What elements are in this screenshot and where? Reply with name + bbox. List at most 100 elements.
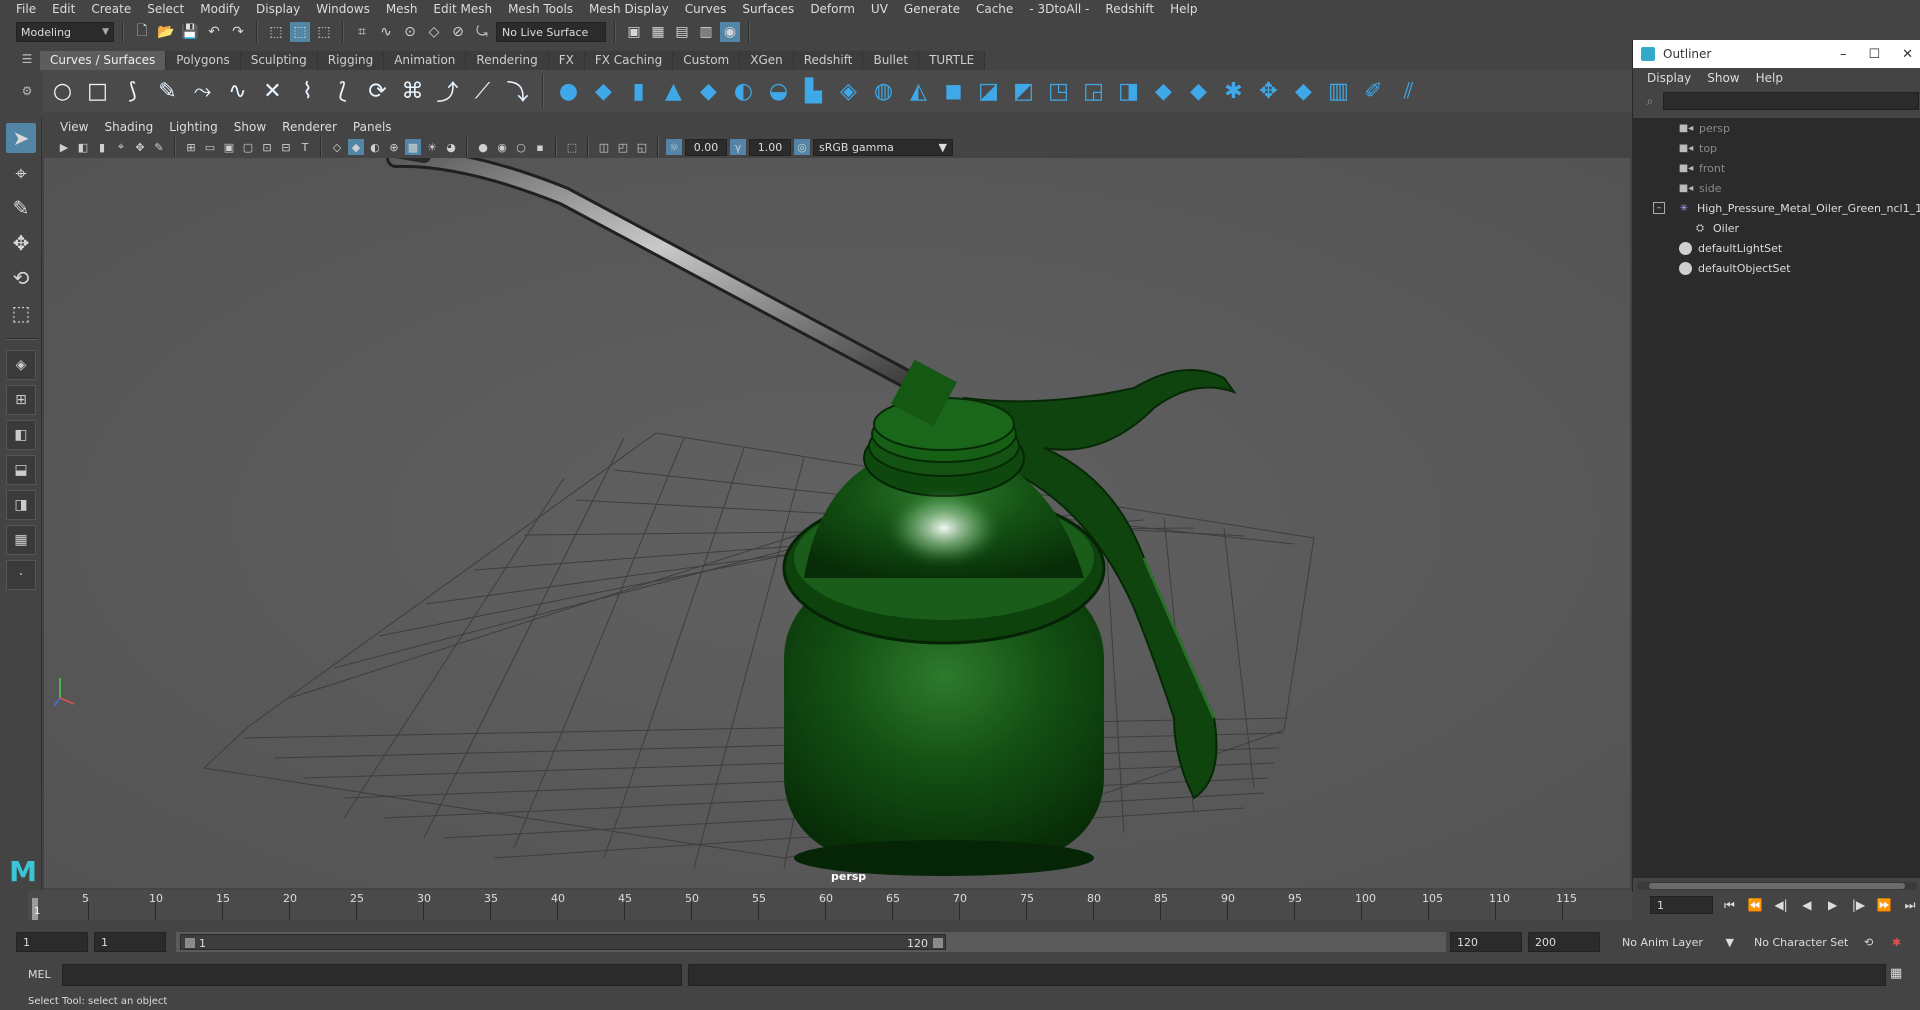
undo-icon[interactable]: ↶ — [204, 22, 224, 42]
select-hierarchy-icon[interactable]: ⬚ — [266, 22, 286, 42]
exposure-field[interactable]: 0.00 — [685, 138, 727, 156]
gear-icon[interactable]: ⚙ — [22, 84, 33, 98]
pencil-curve-icon[interactable]: ✎ — [153, 77, 182, 106]
animation-preferences-icon[interactable]: ✱ — [1888, 932, 1912, 952]
insert-isoparm-icon[interactable]: ◳ — [1044, 77, 1073, 106]
outliner-search-input[interactable] — [1663, 92, 1919, 110]
tab-xgen[interactable]: XGen — [740, 51, 794, 70]
collapse-toolbox-icon[interactable]: · — [6, 560, 36, 590]
menu-display[interactable]: Display — [248, 0, 308, 18]
offset-curve-icon[interactable]: ⤴ — [433, 77, 462, 106]
step-back-key-icon[interactable]: ⏪ — [1745, 895, 1765, 915]
new-scene-icon[interactable]: 🗋 — [132, 22, 152, 42]
maximize-icon[interactable]: ☐ — [1868, 47, 1880, 62]
nurbs-torus-icon[interactable]: ◐ — [729, 77, 758, 106]
command-input[interactable] — [62, 964, 682, 986]
textured-icon[interactable]: ▩ — [405, 139, 421, 155]
snap-grid-icon[interactable]: ⌗ — [352, 22, 372, 42]
curve-fillet-icon[interactable]: ⌇ — [293, 77, 322, 106]
gamma-icon[interactable]: γ — [730, 139, 746, 155]
menu-cache[interactable]: Cache — [968, 0, 1021, 18]
menuset-dropdown[interactable]: Modeling ▼ — [16, 22, 114, 42]
intersect-surfaces-icon[interactable]: ✥ — [1254, 77, 1283, 106]
menu-curves[interactable]: Curves — [677, 0, 735, 18]
snap-together-icon[interactable]: ⤿ — [472, 22, 492, 42]
ep-curve-icon[interactable]: ⤳ — [188, 77, 217, 106]
menu-edit-mesh[interactable]: Edit Mesh — [425, 0, 500, 18]
panel-menu-renderer[interactable]: Renderer — [274, 120, 345, 134]
xray-joints-icon[interactable]: ◰ — [615, 139, 631, 155]
animation-end-field[interactable]: 200 — [1528, 932, 1600, 952]
select-tool-icon[interactable]: ➤ — [6, 123, 36, 153]
menu-mesh-display[interactable]: Mesh Display — [581, 0, 677, 18]
bezier-curve-icon[interactable]: ∿ — [223, 77, 252, 106]
outliner-menu-display[interactable]: Display — [1641, 71, 1697, 85]
xray-components-icon[interactable]: ◱ — [634, 139, 650, 155]
tab-rendering[interactable]: Rendering — [466, 51, 549, 70]
menu-surfaces[interactable]: Surfaces — [734, 0, 802, 18]
use-all-lights-icon[interactable]: ☀ — [424, 139, 440, 155]
step-back-frame-icon[interactable]: ◀| — [1771, 895, 1791, 915]
detach-curves-icon[interactable]: ⟳ — [363, 77, 392, 106]
isolate-select-icon[interactable]: ⬚ — [564, 139, 580, 155]
hypershade-icon[interactable]: ◉ — [720, 22, 740, 42]
menu-3dtoall[interactable]: - 3DtoAll - — [1021, 0, 1097, 18]
panel-menu-lighting[interactable]: Lighting — [161, 120, 226, 134]
nurbs-sphere-icon[interactable]: ● — [554, 77, 583, 106]
step-forward-key-icon[interactable]: ⏩ — [1874, 895, 1894, 915]
stitch-icon[interactable]: ⫽ — [1394, 77, 1423, 106]
menu-select[interactable]: Select — [139, 0, 192, 18]
select-object-icon[interactable]: ⬚ — [290, 22, 310, 42]
revolve-icon[interactable]: ◒ — [764, 77, 793, 106]
menu-generate[interactable]: Generate — [896, 0, 968, 18]
range-start-knob[interactable] — [185, 938, 195, 948]
panel-menu-shading[interactable]: Shading — [96, 120, 161, 134]
use-default-material-icon[interactable]: ◐ — [367, 139, 383, 155]
outliner-persp-graph-layout-icon[interactable]: ◨ — [6, 490, 36, 520]
menu-redshift[interactable]: Redshift — [1097, 0, 1162, 18]
grease-pencil-icon[interactable]: ✎ — [151, 139, 167, 155]
nurbs-circle-icon[interactable]: ○ — [48, 77, 77, 106]
redo-icon[interactable]: ↷ — [228, 22, 248, 42]
menu-modify[interactable]: Modify — [192, 0, 248, 18]
paint-select-icon[interactable]: ✎ — [6, 193, 36, 223]
collapse-icon[interactable]: – — [1653, 202, 1665, 214]
2d-pan-zoom-icon[interactable]: ✥ — [132, 139, 148, 155]
auto-key-icon[interactable]: ⟲ — [1860, 932, 1884, 952]
menu-mesh-tools[interactable]: Mesh Tools — [500, 0, 581, 18]
depth-of-field-icon[interactable]: ▪ — [532, 139, 548, 155]
tab-sculpting[interactable]: Sculpting — [240, 51, 318, 70]
extrude-icon[interactable]: ◍ — [869, 77, 898, 106]
live-surface-field[interactable]: No Live Surface — [496, 22, 606, 42]
tab-redshift[interactable]: Redshift — [793, 51, 864, 70]
loft-icon[interactable]: ▙ — [799, 77, 828, 106]
tab-custom[interactable]: Custom — [673, 51, 741, 70]
panel-menu-panels[interactable]: Panels — [345, 120, 400, 134]
gate-mask-icon[interactable]: ▢ — [240, 139, 256, 155]
four-view-layout-icon[interactable]: ⊞ — [6, 385, 36, 415]
time-slider[interactable]: 5 10 15 20 25 30 35 40 45 50 55 60 65 70 75 80 85 90 95 100… — [22, 890, 1632, 920]
trim-tool-icon[interactable]: ◆ — [1184, 77, 1213, 106]
project-curve-icon[interactable]: ⤵ — [503, 77, 532, 106]
outliner-item-default-object-set[interactable]: defaultObjectSet — [1679, 258, 1791, 278]
persp-outliner-layout-icon[interactable]: ◧ — [6, 420, 36, 450]
grid-icon[interactable]: ⊞ — [183, 139, 199, 155]
film-gate-icon[interactable]: ▭ — [202, 139, 218, 155]
nurbs-cone-icon[interactable]: ▲ — [659, 77, 688, 106]
smooth-shade-icon[interactable]: ◆ — [348, 139, 364, 155]
tab-bullet[interactable]: Bullet — [863, 51, 920, 70]
single-perspective-layout-icon[interactable]: ◈ — [6, 350, 36, 380]
bookmark-icon[interactable]: ▮ — [94, 139, 110, 155]
menu-create[interactable]: Create — [83, 0, 139, 18]
tab-fx[interactable]: FX — [548, 51, 585, 70]
perspective-viewport[interactable]: persp — [44, 158, 1630, 888]
menu-deform[interactable]: Deform — [802, 0, 863, 18]
playback-end-field[interactable]: 120 — [1450, 932, 1522, 952]
outliner-item-side[interactable]: ■◂ side — [1679, 178, 1722, 198]
minimize-icon[interactable]: – — [1840, 47, 1847, 62]
range-slider[interactable]: 1 120 — [176, 932, 1446, 952]
outliner-horizontal-scrollbar[interactable] — [1637, 882, 1917, 890]
scrollbar-thumb[interactable] — [1649, 883, 1905, 889]
menu-help[interactable]: Help — [1162, 0, 1205, 18]
outliner-menu-help[interactable]: Help — [1750, 71, 1789, 85]
